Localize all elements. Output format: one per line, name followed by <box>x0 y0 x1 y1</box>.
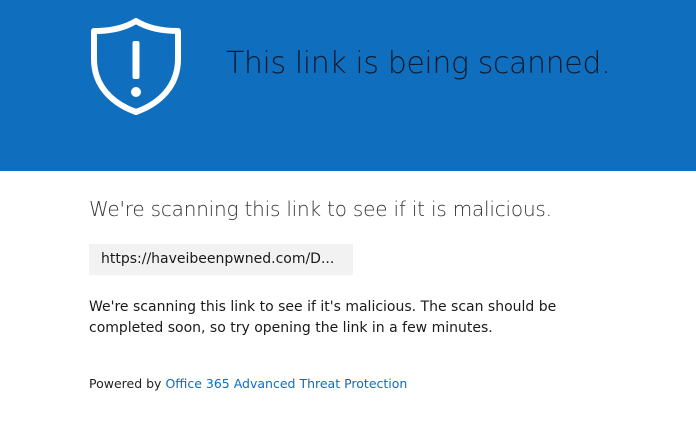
scan-banner: This link is being scanned. <box>0 0 696 171</box>
powered-by-footer: Powered by Office 365 Advanced Threat Pr… <box>89 376 407 391</box>
powered-by-label: Powered by <box>89 376 166 391</box>
scan-description: We're scanning this link to see if it's … <box>89 299 557 336</box>
shield-exclamation-icon <box>91 18 181 115</box>
atp-link[interactable]: Office 365 Advanced Threat Protection <box>165 376 407 391</box>
scanned-url-box: https://haveibeenpwned.com/D... <box>89 244 353 275</box>
banner-title: This link is being scanned. <box>226 46 611 81</box>
page-heading: We're scanning this link to see if it is… <box>89 197 552 221</box>
scanned-url: https://haveibeenpwned.com/D... <box>101 251 335 267</box>
